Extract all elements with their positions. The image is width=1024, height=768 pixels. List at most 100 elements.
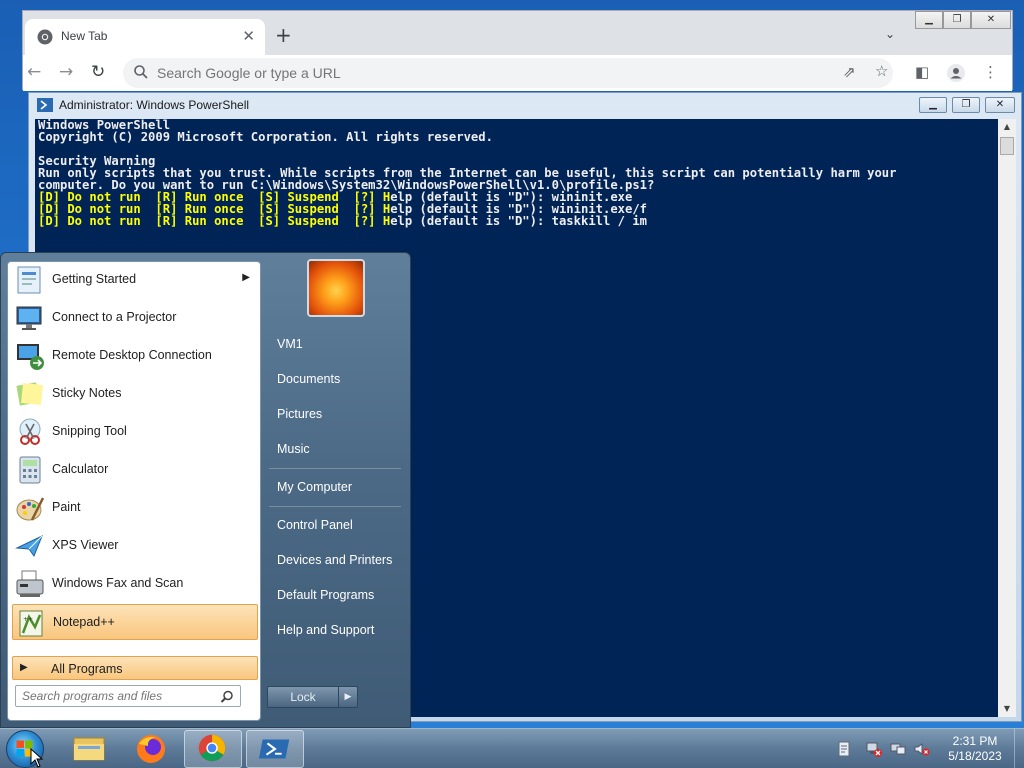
program-paint[interactable]: Paint [12,490,258,526]
search-icon[interactable] [220,690,234,704]
ps-restore-icon[interactable]: ❐ [952,97,980,113]
search-icon [134,65,148,79]
program-getting-started[interactable]: Getting Started ▶ [12,262,258,298]
taskbar-file-explorer[interactable] [60,730,118,768]
network-error-icon[interactable] [866,741,882,757]
program-snipping-tool[interactable]: Snipping Tool [12,414,258,450]
start-search-input[interactable] [22,688,212,704]
program-connect-projector[interactable]: Connect to a Projector [12,300,258,336]
programs-pane: Getting Started ▶ Connect to a Projector… [7,261,261,721]
all-programs-button[interactable]: ▶ All Programs [12,656,258,680]
start-item-my-computer[interactable]: My Computer [269,474,403,500]
separator [269,506,401,507]
chrome-favicon-icon [37,29,53,45]
start-item-help-support[interactable]: Help and Support [269,617,403,643]
user-avatar[interactable] [307,259,365,317]
start-item-control-panel[interactable]: Control Panel [269,512,403,538]
restore-icon[interactable]: ❐ [943,11,971,29]
all-programs-arrow-icon: ▶ [20,662,28,673]
start-item-devices-printers[interactable]: Devices and Printers [269,547,403,573]
powershell-icon [258,739,290,759]
clock-date: 5/18/2023 [948,749,1002,763]
powershell-titlebar[interactable]: Administrator: Windows PowerShell ▁ ❐ ✕ [29,93,1021,117]
scroll-down-icon[interactable]: ▼ [998,701,1016,717]
ps-minimize-icon[interactable]: ▁ [919,97,947,113]
start-item-music[interactable]: Music [269,436,403,462]
mouse-cursor-icon [30,748,44,768]
taskbar-clock[interactable]: 2:31 PM 5/18/2023 [940,734,1010,764]
clock-time: 2:31 PM [952,734,998,748]
start-menu: Getting Started ▶ Connect to a Projector… [0,252,411,728]
powershell-title: Administrator: Windows PowerShell [59,98,250,112]
program-notepad-plus-plus[interactable]: ++ Notepad++ [12,604,258,640]
program-fax-scan[interactable]: Windows Fax and Scan [12,566,258,602]
program-remote-desktop[interactable]: Remote Desktop Connection [12,338,258,374]
powershell-icon [37,98,53,112]
taskbar-chrome[interactable] [184,730,242,768]
taskbar-firefox[interactable] [122,730,180,768]
display-icon[interactable] [890,741,906,757]
chrome-icon [198,734,226,762]
tab-title: New Tab [61,29,108,43]
console-line: Copyright (C) 2009 Microsoft Corporation… [38,130,493,144]
address-bar[interactable]: ⇗ ☆ [123,58,893,88]
lock-button[interactable]: Lock [267,686,339,708]
forward-icon[interactable]: → [59,63,73,81]
submenu-arrow-icon: ▶ [242,272,250,283]
program-label: Calculator [52,462,109,476]
tab-strip: New Tab ✕ + ⌄ ▁ ❐ ✕ [23,11,1012,55]
action-center-icon[interactable] [836,741,852,757]
program-label: Sticky Notes [52,386,122,400]
menu-icon[interactable]: ⋮ [983,63,998,81]
bookmark-star-icon[interactable]: ☆ [875,62,888,80]
taskbar-powershell[interactable] [246,730,304,768]
tab-search-icon[interactable]: ⌄ [885,27,895,41]
volume-muted-icon[interactable] [914,741,930,757]
snipping-tool-icon [19,418,41,445]
separator [269,468,401,469]
firefox-icon [137,735,165,763]
program-label: XPS Viewer [52,538,119,552]
share-icon[interactable]: ⇗ [843,63,856,81]
side-panel-icon[interactable]: ◧ [915,63,929,81]
reload-icon[interactable]: ↻ [91,63,105,81]
start-item-default-programs[interactable]: Default Programs [269,582,403,608]
program-label: Connect to a Projector [52,310,177,324]
show-desktop-button[interactable] [1014,729,1024,768]
minimize-icon[interactable]: ▁ [915,11,943,29]
tab-close-icon[interactable]: ✕ [242,27,255,45]
file-explorer-icon [73,737,105,761]
address-input[interactable] [157,63,817,83]
close-icon[interactable]: ✕ [971,11,1011,29]
ps-close-icon[interactable]: ✕ [985,97,1015,113]
console-line: [D] Do not run [R] Run once [S] Suspend … [38,215,998,227]
start-search-box[interactable] [15,685,241,707]
taskbar: 2:31 PM 5/18/2023 [0,728,1024,768]
lock-options-arrow-icon[interactable]: ▶ [338,686,358,708]
program-label: Windows Fax and Scan [52,576,184,590]
sticky-notes-icon [16,382,43,406]
notepad-plus-plus-icon: ++ [19,610,43,637]
program-sticky-notes[interactable]: Sticky Notes [12,376,258,412]
scroll-up-icon[interactable]: ▲ [998,119,1016,135]
tab-new-tab[interactable]: New Tab ✕ [25,19,265,55]
projector-icon [16,306,42,330]
program-label: Getting Started [52,272,137,286]
scroll-thumb[interactable] [1000,137,1014,155]
program-label: Paint [52,500,81,514]
program-label: Snipping Tool [52,424,127,438]
program-xps-viewer[interactable]: XPS Viewer [12,528,258,564]
program-calculator[interactable]: Calculator [12,452,258,488]
prompt-options: [D] Do not run [R] Run once [S] Suspend … [38,214,391,228]
remote-desktop-icon [17,344,44,370]
start-item-vm1[interactable]: VM1 [269,331,403,357]
profile-icon[interactable] [947,64,965,82]
start-item-pictures[interactable]: Pictures [269,401,403,427]
all-programs-label: All Programs [51,662,123,676]
program-label: Remote Desktop Connection [52,348,212,362]
back-icon[interactable]: ← [27,63,41,81]
console-scrollbar[interactable]: ▲ ▼ [998,119,1016,717]
start-item-documents[interactable]: Documents [269,366,403,392]
new-tab-icon[interactable]: + [275,25,292,45]
